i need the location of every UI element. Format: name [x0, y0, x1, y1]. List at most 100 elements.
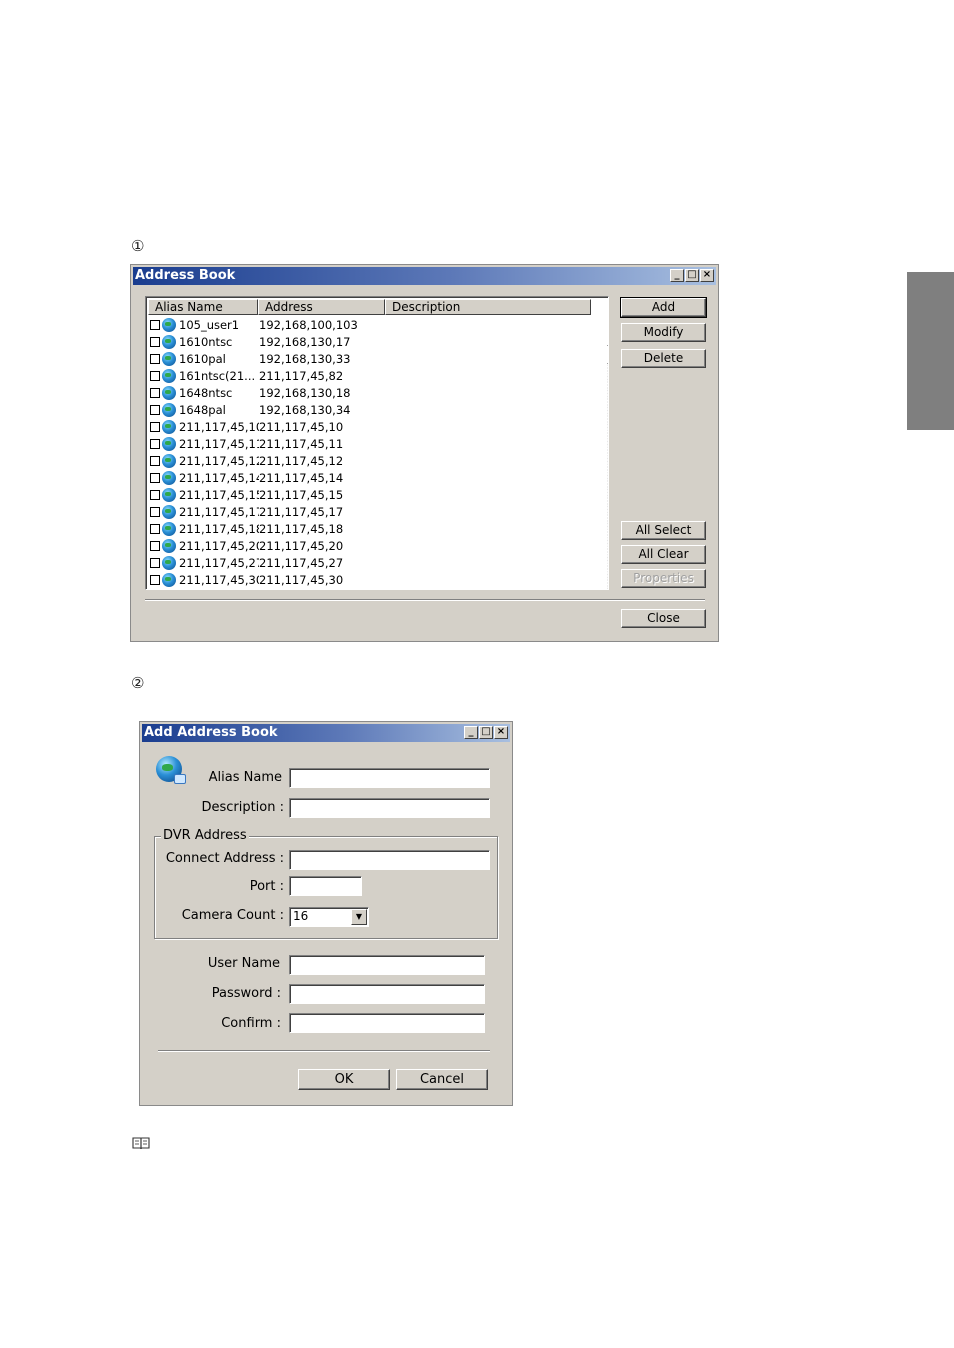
list-item[interactable]: 1610ntsc 192,168,130,17 — [149, 333, 589, 350]
row-checkbox[interactable] — [150, 489, 160, 500]
address-book-titlebar: Address Book _ □ × — [133, 267, 716, 285]
row-address: 211,117,45,27 — [259, 555, 344, 570]
row-alias: 1610ntsc — [179, 334, 233, 349]
divider — [145, 599, 705, 601]
list-item[interactable]: 1648pal 192,168,130,34 — [149, 401, 589, 418]
scroll-thumb[interactable] — [607, 346, 608, 364]
add-button[interactable]: Add — [620, 297, 707, 318]
minimize-icon[interactable]: _ — [464, 726, 478, 739]
column-header-description[interactable]: Description — [385, 299, 591, 315]
row-checkbox[interactable] — [150, 319, 160, 330]
address-book-window: Address Book _ □ × Alias Name Address De… — [130, 264, 719, 642]
add-dialog-titlebar: Add Address Book _ □ × — [142, 724, 510, 742]
row-checkbox[interactable] — [150, 387, 160, 398]
camera-count-select[interactable]: 16 ▼ — [289, 907, 369, 927]
address-list[interactable]: Alias Name Address Description 105_user1… — [145, 296, 609, 590]
list-item[interactable]: 1610pal 192,168,130,33 — [149, 350, 589, 367]
column-header-alias[interactable]: Alias Name — [148, 299, 258, 315]
row-checkbox[interactable] — [150, 370, 160, 381]
row-address: 211,117,45,14 — [259, 470, 344, 485]
alias-name-input[interactable] — [289, 768, 490, 788]
row-address: 211,117,45,12 — [259, 453, 344, 468]
list-item[interactable]: 211,117,45,30 211,117,45,30 — [149, 571, 589, 588]
confirm-input[interactable] — [289, 1013, 485, 1033]
row-checkbox[interactable] — [150, 404, 160, 415]
list-item[interactable]: 161ntsc(21... 211,117,45,82 — [149, 367, 589, 384]
column-header-address[interactable]: Address — [258, 299, 385, 315]
cancel-button[interactable]: Cancel — [396, 1069, 488, 1090]
list-item[interactable]: 211,117,45,18 211,117,45,18 — [149, 520, 589, 537]
side-section-tab — [907, 272, 954, 430]
ok-button[interactable]: OK — [298, 1069, 390, 1090]
close-button[interactable]: Close — [621, 609, 706, 628]
row-address: 192,168,130,34 — [259, 402, 351, 417]
dvr-address-group-title: DVR Address — [161, 828, 249, 843]
row-alias: 211,117,45,17 — [179, 504, 259, 519]
row-checkbox[interactable] — [150, 523, 160, 534]
step-1-marker: ① — [131, 237, 145, 255]
close-icon[interactable]: × — [494, 726, 508, 739]
globe-icon — [162, 436, 176, 451]
list-item[interactable]: 211,117,45,14 211,117,45,14 — [149, 469, 589, 486]
confirm-label: Confirm : — [221, 1016, 281, 1031]
camera-count-value: 16 — [293, 909, 309, 923]
modify-button[interactable]: Modify — [621, 323, 706, 342]
port-input[interactable] — [289, 876, 362, 896]
row-alias: 1610pal — [179, 351, 226, 366]
list-item[interactable]: 211,117,45,27 211,117,45,27 — [149, 554, 589, 571]
maximize-icon[interactable]: □ — [685, 269, 699, 282]
connect-address-label: Connect Address : — [165, 851, 284, 866]
globe-icon — [162, 385, 176, 400]
row-address: 192,168,130,33 — [259, 351, 351, 366]
list-item[interactable]: 211,117,45,10 211,117,45,10 — [149, 418, 589, 435]
row-checkbox[interactable] — [150, 455, 160, 466]
row-checkbox[interactable] — [150, 353, 160, 364]
description-label: Description : — [201, 800, 284, 815]
all-clear-button[interactable]: All Clear — [621, 545, 706, 564]
list-item[interactable]: 211,117,45,20 211,117,45,20 — [149, 537, 589, 554]
all-select-button[interactable]: All Select — [621, 521, 706, 540]
row-alias: 161ntsc(21... — [179, 368, 256, 383]
row-checkbox[interactable] — [150, 336, 160, 347]
list-item[interactable]: 211,117,45,17 211,117,45,17 — [149, 503, 589, 520]
title-buttons: _ □ × — [670, 269, 714, 282]
row-checkbox[interactable] — [150, 421, 160, 432]
row-address: 192,168,130,17 — [259, 334, 351, 349]
list-item[interactable]: 105_user1 192,168,100,103 — [149, 316, 589, 333]
address-book-title: Address Book — [135, 268, 236, 283]
list-item[interactable]: 1648ntsc 192,168,130,18 — [149, 384, 589, 401]
list-item[interactable]: 211,117,45,12 211,117,45,12 — [149, 452, 589, 469]
delete-button[interactable]: Delete — [621, 349, 706, 368]
list-scrollbar[interactable]: ▲ ▼ — [607, 330, 608, 589]
scroll-up-icon[interactable]: ▲ — [607, 330, 608, 346]
close-icon[interactable]: × — [700, 269, 714, 282]
row-checkbox[interactable] — [150, 506, 160, 517]
maximize-icon[interactable]: □ — [479, 726, 493, 739]
chevron-down-icon[interactable]: ▼ — [351, 909, 367, 925]
row-alias: 211,117,45,10 — [179, 419, 259, 434]
row-address: 211,117,45,17 — [259, 504, 344, 519]
user-name-input[interactable] — [289, 955, 485, 975]
row-address: 211,117,45,30 — [259, 572, 344, 587]
row-address: 192,168,130,18 — [259, 385, 351, 400]
minimize-icon[interactable]: _ — [670, 269, 684, 282]
step-2-marker: ② — [131, 674, 145, 692]
globe-icon — [162, 538, 176, 553]
connect-address-input[interactable] — [289, 850, 490, 870]
row-alias: 211,117,45,20 — [179, 538, 259, 553]
add-dialog-title: Add Address Book — [144, 725, 278, 740]
row-checkbox[interactable] — [150, 438, 160, 449]
description-input[interactable] — [289, 798, 490, 818]
globe-icon — [162, 368, 176, 383]
row-checkbox[interactable] — [150, 472, 160, 483]
list-rows: 105_user1 192,168,100,103 1610ntsc 192,168,… — [149, 316, 589, 588]
password-input[interactable] — [289, 984, 485, 1004]
alias-name-label: Alias Name — [208, 770, 282, 785]
row-address: 211,117,45,15 — [259, 487, 344, 502]
list-item[interactable]: 211,117,45,15 211,117,45,15 — [149, 486, 589, 503]
row-checkbox[interactable] — [150, 540, 160, 551]
row-checkbox[interactable] — [150, 574, 160, 585]
list-item[interactable]: 211,117,45,11 211,117,45,11 — [149, 435, 589, 452]
row-checkbox[interactable] — [150, 557, 160, 568]
row-alias: 211,117,45,14 — [179, 470, 259, 485]
